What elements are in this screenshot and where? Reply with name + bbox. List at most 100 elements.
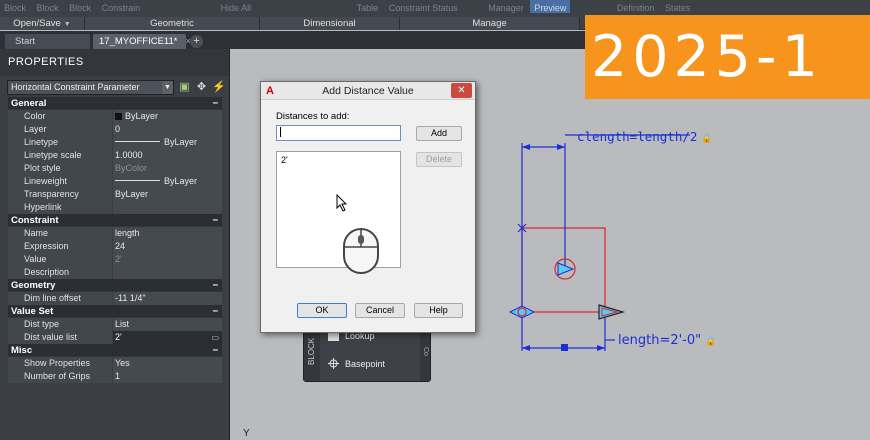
close-button[interactable]: ✕	[451, 83, 472, 98]
property-value[interactable]: ByLayer	[113, 188, 222, 201]
property-row-description[interactable]: Description	[8, 266, 222, 279]
ok-button[interactable]: OK	[297, 303, 347, 318]
ribbon-tool[interactable]: Block	[0, 0, 30, 13]
property-row-plot-style[interactable]: Plot style ByColor	[8, 162, 222, 175]
collapse-icon[interactable]: −	[212, 214, 218, 227]
property-value[interactable]	[113, 266, 222, 279]
ucs-y-label: Y	[243, 428, 250, 439]
ribbon-tool[interactable]: Block	[33, 0, 63, 13]
selection-value: Horizontal Constraint Parameter	[11, 82, 140, 92]
property-value[interactable]: ByLayer	[113, 110, 222, 123]
chevron-down-icon: ▼	[63, 21, 71, 28]
toggle-pickadd-icon[interactable]: ▣	[178, 81, 191, 94]
right-grip[interactable]	[598, 304, 626, 320]
property-row-hyperlink[interactable]: Hyperlink	[8, 201, 222, 214]
cursor-arrow-icon	[336, 194, 348, 212]
dialog-title-bar[interactable]: A Add Distance Value ✕	[261, 82, 475, 100]
tab-17-myoffice11[interactable]: 17_MYOFFICE11* ×	[93, 34, 191, 49]
property-row-show-properties[interactable]: Show Properties Yes	[8, 357, 222, 370]
property-row-name[interactable]: Name length	[8, 227, 222, 240]
param-label-length[interactable]: length=2'-0" 🔒	[618, 333, 716, 348]
ribbon-tool[interactable]: Definition	[613, 0, 659, 13]
property-value[interactable]: 0	[113, 123, 222, 136]
property-row-layer[interactable]: Layer 0	[8, 123, 222, 136]
property-value[interactable]: 1.0000	[113, 149, 222, 162]
properties-grid: General − Color ByLayer Layer 0 Linetype ByL…	[8, 97, 222, 383]
property-value: 2'	[113, 253, 222, 266]
param-label-clength[interactable]: clength=length/2 🔒	[577, 129, 713, 144]
panel-label: Dimensional	[303, 18, 356, 29]
panel-label: Geometric	[150, 18, 194, 29]
quick-select-icon[interactable]: ⚡	[212, 81, 226, 94]
property-row-transparency[interactable]: Transparency ByLayer	[8, 188, 222, 201]
property-key: Description	[8, 266, 112, 279]
ribbon-tool[interactable]: States	[661, 0, 695, 13]
category-label: Misc	[11, 345, 33, 356]
property-value[interactable]: 2' ▭	[113, 331, 222, 344]
category-general[interactable]: General −	[8, 97, 222, 110]
category-misc[interactable]: Misc −	[8, 344, 222, 357]
ribbon-tool[interactable]: Table	[353, 0, 383, 13]
property-row-dim-line-offset[interactable]: Dim line offset -11 1/4"	[8, 292, 222, 305]
property-row-linetype[interactable]: Linetype ByLayer	[8, 136, 222, 149]
ribbon-tool[interactable]: Constrain	[98, 0, 145, 13]
category-constraint[interactable]: Constraint −	[8, 214, 222, 227]
property-row-color[interactable]: Color ByLayer	[8, 110, 222, 123]
param-text: length=2'-0"	[618, 333, 702, 348]
panel-geometric[interactable]: Geometric	[85, 17, 260, 30]
category-label: Constraint	[11, 215, 59, 226]
property-row-linetype-scale[interactable]: Linetype scale 1.0000	[8, 149, 222, 162]
property-value[interactable]: length	[113, 227, 222, 240]
property-value[interactable]: List	[113, 318, 222, 331]
collapse-icon[interactable]: −	[212, 97, 218, 110]
text-caret	[280, 127, 281, 137]
new-tab-button[interactable]: +	[190, 35, 203, 48]
basepoint-item[interactable]: Basepoint	[328, 358, 385, 369]
property-value[interactable]: -11 1/4"	[113, 292, 222, 305]
cancel-button[interactable]: Cancel	[355, 303, 405, 318]
linetype-sample-icon	[115, 141, 160, 142]
ribbon-tool[interactable]: Manager	[484, 0, 528, 13]
panel-dimensional[interactable]: Dimensional	[260, 17, 400, 30]
property-value-text: ByLayer	[164, 137, 198, 147]
add-distance-value-dialog: A Add Distance Value ✕ Distances to add:…	[260, 81, 476, 333]
ellipsis-button[interactable]: ▭	[211, 331, 219, 344]
version-badge: 2025-1	[585, 15, 870, 99]
ribbon-tool[interactable]: Preview	[530, 0, 571, 13]
property-key: Linetype scale	[8, 149, 112, 162]
tab-label: Start	[15, 36, 36, 47]
select-objects-icon[interactable]: ✥	[195, 81, 208, 94]
property-value[interactable]: 24	[113, 240, 222, 253]
property-row-expression[interactable]: Expression 24	[8, 240, 222, 253]
property-row-number-of-grips[interactable]: Number of Grips 1	[8, 370, 222, 383]
distances-input[interactable]	[276, 125, 401, 141]
ribbon-tool[interactable]: Hide All	[217, 0, 256, 13]
ribbon-tool[interactable]: Block	[65, 0, 95, 13]
property-key: Plot style	[8, 162, 112, 175]
collapse-icon[interactable]: −	[212, 305, 218, 318]
collapse-icon[interactable]: −	[212, 344, 218, 357]
property-value[interactable]: ByLayer	[113, 136, 222, 149]
tab-start[interactable]: Start	[5, 34, 90, 49]
category-label: Geometry	[11, 280, 56, 291]
panel-manage[interactable]: Manage	[400, 17, 580, 30]
collapse-icon[interactable]: −	[212, 279, 218, 292]
add-button[interactable]: Add	[416, 126, 462, 141]
category-value-set[interactable]: Value Set −	[8, 305, 222, 318]
property-value[interactable]	[113, 201, 222, 214]
panel-open-save[interactable]: Open/Save ▼	[0, 17, 85, 30]
property-row-dist-value-list[interactable]: Dist value list 2' ▭	[8, 331, 222, 344]
property-row-value[interactable]: Value 2'	[8, 253, 222, 266]
selection-dropdown[interactable]: Horizontal Constraint Parameter ▼	[7, 80, 174, 95]
property-row-lineweight[interactable]: Lineweight ByLayer	[8, 175, 222, 188]
lineweight-sample-icon	[115, 180, 160, 181]
delete-button[interactable]: Delete	[416, 152, 462, 167]
help-button[interactable]: Help	[414, 303, 463, 318]
list-item[interactable]: 2'	[281, 155, 396, 165]
category-geometry[interactable]: Geometry −	[8, 279, 222, 292]
ribbon-tool[interactable]: Constraint Status	[385, 0, 462, 13]
property-value[interactable]: ByLayer	[113, 175, 222, 188]
property-value[interactable]: Yes	[113, 357, 222, 370]
property-value[interactable]: 1	[113, 370, 222, 383]
property-row-dist-type[interactable]: Dist type List	[8, 318, 222, 331]
